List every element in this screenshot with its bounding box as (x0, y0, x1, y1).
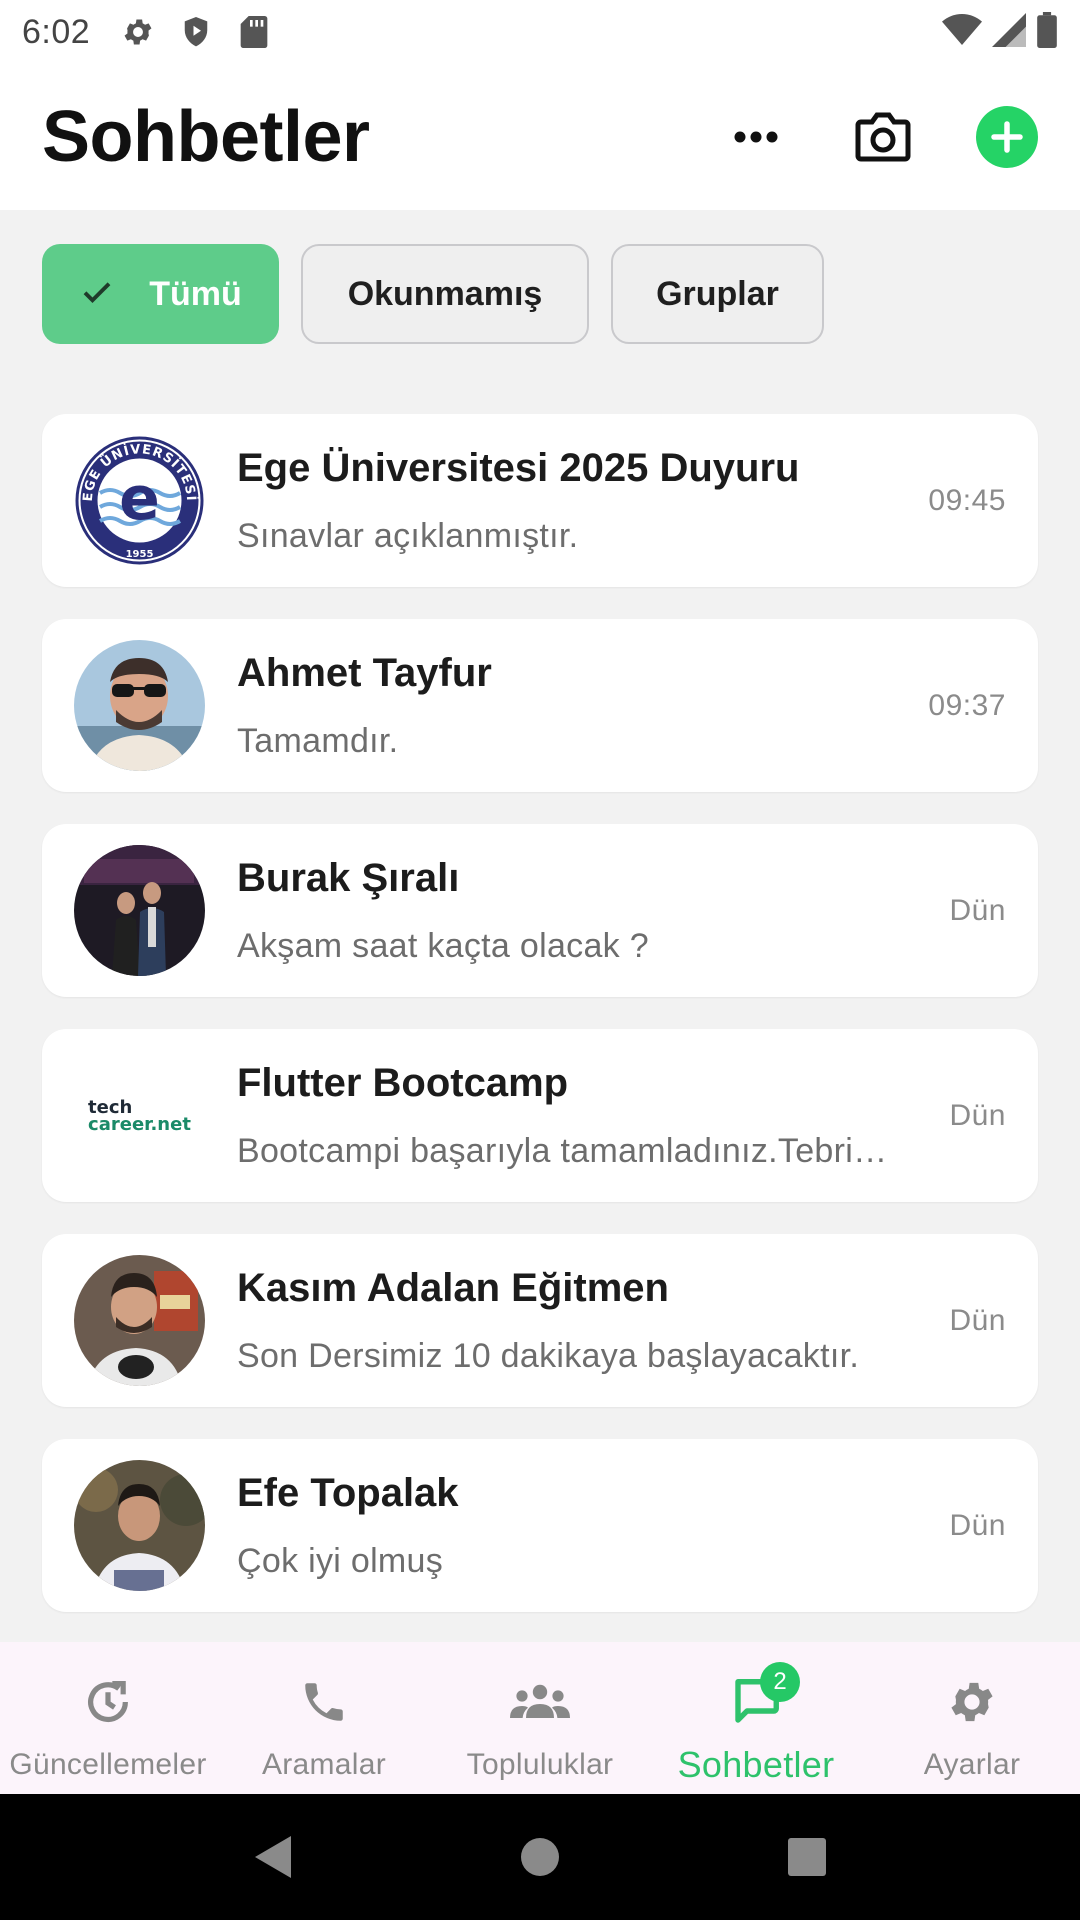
nav-label: Aramalar (261, 1748, 387, 1781)
chat-name: Ege Üniversitesi 2025 Duyuru (237, 445, 800, 490)
appbar-actions (724, 102, 1038, 172)
chat-text: Flutter Bootcamp Bootcampi başarıyla tam… (237, 1061, 1006, 1171)
chat-name: Burak Şıralı (237, 855, 460, 900)
chat-list: e EGE ÜNİVERSİTESİ 1955 Ege Üniversitesi… (42, 414, 1038, 1644)
shield-status-icon (178, 14, 214, 50)
status-time: 6:02 (22, 12, 91, 51)
chat-text: Ahmet Tayfur Tamamdır. (237, 651, 1006, 761)
chat-time: Dün (949, 893, 1006, 927)
communities-icon (510, 1672, 570, 1732)
nav-label: Ayarlar (923, 1748, 1021, 1781)
avatar: tech career.net (74, 1050, 205, 1181)
ege-logo-letter: e (119, 464, 160, 534)
wifi-icon (942, 13, 982, 52)
chat-last-message: Bootcampi başarıyla tamamladınız.Tebrikl… (237, 1131, 896, 1170)
bottom-navigation: Güncellemeler Aramalar Topluluklar 2 Soh… (0, 1642, 1080, 1794)
back-button[interactable] (243, 1827, 303, 1887)
chat-name: Flutter Bootcamp (237, 1060, 569, 1105)
back-triangle-icon (255, 1836, 292, 1878)
filter-chip-label: Okunmamış (347, 274, 543, 313)
chat-text: Ege Üniversitesi 2025 Duyuru Sınavlar aç… (237, 446, 1006, 556)
recents-button[interactable] (777, 1827, 837, 1887)
chat-text: Burak Şıralı Akşam saat kaçta olacak ? (237, 856, 1006, 966)
sd-card-status-icon (236, 14, 272, 50)
unread-badge: 2 (760, 1662, 800, 1702)
chat-last-message: Çok iyi olmuş (237, 1541, 444, 1580)
filter-chip-label: Tümü (149, 274, 242, 313)
chat-last-message: Akşam saat kaçta olacak ? (237, 926, 649, 965)
system-navigation-bar (0, 1794, 1080, 1920)
home-button[interactable] (510, 1827, 570, 1887)
chat-item[interactable]: Burak Şıralı Akşam saat kaçta olacak ? D… (42, 824, 1038, 997)
ege-logo-year: 1955 (126, 549, 154, 560)
settings-status-icon (120, 14, 156, 50)
filter-chip-unread[interactable]: Okunmamış (301, 244, 589, 344)
status-bar: 6:02 (0, 0, 1080, 64)
nav-item-settings[interactable]: Ayarlar (864, 1642, 1080, 1794)
avatar (74, 1460, 205, 1591)
chats-screen: 6:02 Sohbetler Tümü Okunmamış Gruplar e … (0, 0, 1080, 1920)
profile-photo (74, 845, 205, 976)
chat-item[interactable]: Efe Topalak Çok iyi olmuş Dün (42, 1439, 1038, 1612)
home-circle-icon (520, 1838, 559, 1876)
profile-photo (74, 640, 205, 771)
nav-label: Topluluklar (466, 1748, 614, 1781)
avatar: e EGE ÜNİVERSİTESİ 1955 (74, 435, 205, 566)
ege-university-logo: e EGE ÜNİVERSİTESİ 1955 (75, 436, 204, 565)
battery-icon (1036, 11, 1058, 53)
chat-name: Kasım Adalan Eğitmen (237, 1265, 669, 1310)
filter-chip-label: Gruplar (656, 274, 779, 313)
recents-square-icon (787, 1838, 826, 1876)
nav-item-calls[interactable]: Aramalar (216, 1642, 432, 1794)
page-title: Sohbetler (42, 97, 370, 177)
check-icon (79, 274, 119, 314)
chat-item[interactable]: tech career.net Flutter Bootcamp Bootcam… (42, 1029, 1038, 1202)
nav-item-updates[interactable]: Güncellemeler (0, 1642, 216, 1794)
chat-name: Efe Topalak (237, 1470, 459, 1515)
nav-item-chats[interactable]: 2 Sohbetler (648, 1642, 864, 1794)
updates-icon (78, 1672, 138, 1732)
chat-item[interactable]: Kasım Adalan Eğitmen Son Dersimiz 10 dak… (42, 1234, 1038, 1407)
techcareer-logo-line2: career.net (88, 1113, 191, 1135)
new-chat-button[interactable] (976, 106, 1038, 168)
chat-text: Efe Topalak Çok iyi olmuş (237, 1471, 1006, 1581)
chat-time: Dün (949, 1303, 1006, 1337)
chat-time: 09:45 (928, 483, 1006, 517)
chat-item[interactable]: e EGE ÜNİVERSİTESİ 1955 Ege Üniversitesi… (42, 414, 1038, 587)
settings-icon (942, 1672, 1002, 1732)
chat-last-message: Sınavlar açıklanmıştır. (237, 516, 579, 555)
techcareer-logo: tech career.net (88, 1096, 191, 1135)
chat-icon: 2 (726, 1662, 800, 1732)
nav-label: Güncellemeler (9, 1748, 207, 1781)
chat-name: Ahmet Tayfur (237, 650, 492, 695)
profile-photo (74, 1255, 205, 1386)
filter-chip-all[interactable]: Tümü (42, 244, 279, 344)
profile-photo (74, 1460, 205, 1591)
chat-time: Dün (949, 1098, 1006, 1132)
camera-icon (855, 112, 911, 162)
chat-time: 09:37 (928, 688, 1006, 722)
avatar (74, 845, 205, 976)
chat-item[interactable]: Ahmet Tayfur Tamamdır. 09:37 (42, 619, 1038, 792)
app-bar: Sohbetler (0, 64, 1080, 210)
camera-button[interactable] (848, 102, 918, 172)
more-horizontal-icon (734, 131, 778, 143)
chat-time: Dün (949, 1508, 1006, 1542)
nav-item-communities[interactable]: Topluluklar (432, 1642, 648, 1794)
avatar (74, 640, 205, 771)
phone-icon (294, 1672, 354, 1732)
plus-icon (991, 121, 1023, 153)
techcareer-logo-line1: tech (88, 1096, 133, 1118)
more-options-button[interactable] (724, 105, 788, 169)
avatar (74, 1255, 205, 1386)
chat-last-message: Tamamdır. (237, 721, 399, 760)
nav-label: Sohbetler (677, 1744, 835, 1785)
filter-chip-groups[interactable]: Gruplar (611, 244, 824, 344)
chat-last-message: Son Dersimiz 10 dakikaya başlayacaktır. (237, 1336, 860, 1375)
filter-chips: Tümü Okunmamış Gruplar (42, 244, 824, 344)
signal-icon (992, 12, 1026, 52)
chat-text: Kasım Adalan Eğitmen Son Dersimiz 10 dak… (237, 1266, 1006, 1376)
